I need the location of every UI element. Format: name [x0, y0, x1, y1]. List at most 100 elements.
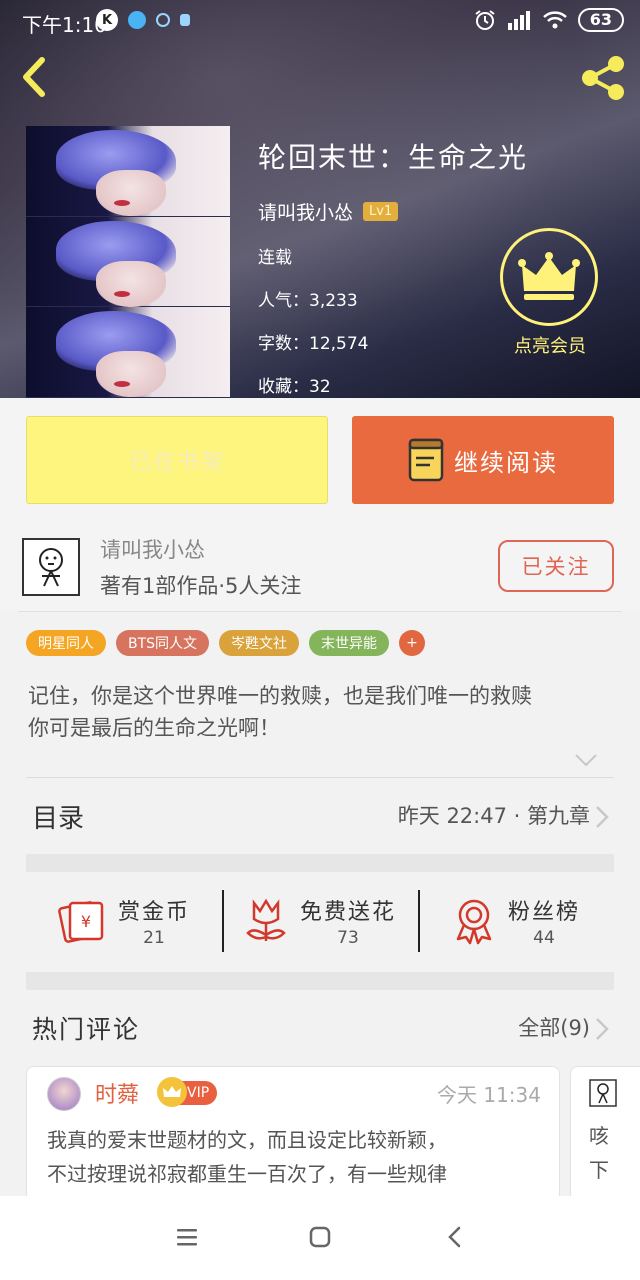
medal-icon [456, 899, 492, 945]
vip-circle [500, 228, 598, 326]
reward-label: 赏金币 [117, 900, 190, 925]
back-button[interactable] [14, 54, 58, 100]
status-bar: 下午1:10 K 63 [0, 0, 640, 42]
book-header: 下午1:10 K 63 轮回末世：生命之光 请叫我小怂 Lv1 连载 人气：3, [0, 0, 640, 398]
author-card: 请叫我小怂 著有1部作品·5人关注 已关注 [0, 528, 640, 612]
menu-icon [177, 1229, 197, 1246]
author-stats: 著有1部作品·5人关注 [100, 574, 302, 598]
expand-summary-button[interactable] [574, 752, 598, 772]
ghost-app-icon [180, 14, 190, 26]
home-nav-button[interactable] [305, 1222, 335, 1252]
system-navigation-bar [0, 1196, 640, 1280]
author-name[interactable]: 请叫我小怂 [100, 534, 205, 564]
signal-icon [507, 11, 530, 30]
book-word-count: 字数：12,574 [258, 334, 369, 354]
chevron-right-icon [596, 1018, 609, 1040]
comment-line: 咳 [589, 1124, 609, 1148]
commenter-name[interactable]: 时蕣 [95, 1077, 139, 1109]
all-comments-link[interactable]: 全部(9) [518, 1012, 590, 1042]
toc-title: 目录 [32, 804, 85, 834]
summary-line: 你可是最后的生命之光啊！ [28, 716, 280, 740]
book-summary: 记住，你是这个世界唯一的救赎，也是我们唯一的救赎 你可是最后的生命之光啊！ [28, 680, 618, 744]
chevron-down-icon [575, 754, 597, 767]
comment-time: 今天 11:34 [437, 1083, 541, 1107]
smile-app-icon [156, 13, 170, 27]
cover-panel [26, 126, 230, 217]
action-row: 已在书架 继续阅读 [0, 398, 640, 528]
reward-coins-button[interactable]: ¥ 赏金币 21 [26, 872, 222, 970]
section-gap [26, 972, 614, 990]
level-badge: Lv1 [363, 202, 399, 221]
comment-text: 咳 下 [589, 1119, 609, 1187]
wifi-icon [542, 11, 567, 29]
alarm-icon [475, 10, 495, 30]
author-avatar[interactable] [22, 538, 80, 596]
red-envelope-icon: ¥ [58, 901, 104, 943]
reward-text: 免费送花 73 [300, 894, 396, 948]
reward-text: 赏金币 21 [118, 894, 190, 948]
crown-icon [518, 252, 580, 300]
doodle-avatar-icon [39, 548, 63, 587]
vip-membership-button[interactable]: 点亮会员 [500, 228, 600, 358]
comment-card[interactable]: 咳 下 [570, 1066, 640, 1206]
divider [18, 611, 622, 612]
in-bookshelf-button[interactable]: 已在书架 [26, 416, 328, 504]
table-of-contents-row[interactable]: 目录 昨天 22:47 · 第九章 [0, 778, 640, 854]
book-title: 轮回末世：生命之光 [258, 141, 529, 174]
book-popularity: 人气：3,233 [258, 291, 358, 311]
comment-text: 我真的爱末世题材的文，而且设定比较新颖， 不过按理说祁寂都重生一百次了，有一些规… [47, 1123, 547, 1191]
reward-count: 44 [533, 928, 555, 948]
book-icon [408, 438, 444, 482]
comment-card[interactable]: 时蕣 VIP 今天 11:34 我真的爱末世题材的文，而且设定比较新颖， 不过按… [26, 1066, 560, 1206]
send-flower-button[interactable]: 免费送花 73 [222, 872, 418, 970]
vip-label: 点亮会员 [514, 336, 586, 357]
comment-line: 不过按理说祁寂都重生一百次了，有一些规律 [47, 1162, 447, 1186]
continue-reading-button[interactable]: 继续阅读 [352, 416, 614, 504]
reward-label: 免费送花 [299, 900, 396, 925]
book-favorites: 收藏：32 [258, 377, 331, 397]
commenter-avatar[interactable] [47, 1077, 81, 1111]
tag-chip[interactable]: 岑甦文社 [219, 630, 300, 656]
book-meta: 轮回末世：生命之光 请叫我小怂 Lv1 连载 人气：3,233 字数：12,57… [258, 136, 528, 397]
tag-chip[interactable]: BTS同人文 [116, 630, 210, 656]
more-tags-button[interactable]: + [399, 630, 426, 656]
reward-row: ¥ 赏金币 21 免费送花 73 粉丝榜 44 [26, 872, 614, 970]
vip-badge-label: VIP [187, 1085, 210, 1101]
crown-icon [157, 1077, 187, 1107]
fan-ranking-button[interactable]: 粉丝榜 44 [418, 872, 614, 970]
cover-panel [26, 307, 230, 398]
summary-line: 记住，你是这个世界唯一的救赎，也是我们唯一的救赎 [28, 684, 532, 708]
menu-nav-button[interactable] [172, 1222, 202, 1252]
svg-text:¥: ¥ [81, 912, 91, 931]
book-cover[interactable] [26, 126, 230, 398]
comment-line: 下 [589, 1158, 609, 1182]
reward-count: 21 [143, 928, 165, 948]
status-time: 下午1:10 [22, 13, 107, 37]
hot-comments-header: 热门评论 全部(9) [0, 990, 640, 1060]
bird-app-icon [128, 11, 146, 29]
k-app-icon: K [96, 9, 118, 31]
back-nav-button[interactable] [440, 1222, 470, 1252]
status-right: 63 [474, 8, 624, 32]
home-square-icon [309, 1226, 331, 1248]
battery-indicator: 63 [577, 8, 624, 32]
comment-line: 我真的爱末世题材的文，而且设定比较新颖， [47, 1128, 447, 1152]
continue-reading-label: 继续阅读 [454, 448, 558, 477]
section-gap [26, 854, 614, 872]
reward-text: 粉丝榜 44 [508, 894, 580, 948]
book-author-line: 请叫我小怂 Lv1 [258, 198, 528, 225]
tag-chip[interactable]: 明星同人 [26, 630, 106, 656]
status-app-icons: K [96, 9, 190, 31]
tag-list: 明星同人 BTS同人文 岑甦文社 末世异能 + [26, 630, 426, 656]
tag-chip[interactable]: 末世异能 [309, 630, 390, 656]
book-author[interactable]: 请叫我小怂 [258, 198, 353, 225]
chevron-right-icon [596, 806, 609, 828]
latest-chapter: 昨天 22:47 · 第九章 [397, 804, 590, 828]
share-button[interactable] [578, 54, 628, 102]
vip-badge: VIP [157, 1077, 218, 1107]
back-arrow-icon [448, 1226, 461, 1248]
book-status: 连载 [258, 248, 292, 268]
chevron-left-icon [23, 57, 45, 97]
follow-button[interactable]: 已关注 [498, 540, 614, 592]
doodle-avatar-icon [589, 1079, 617, 1107]
